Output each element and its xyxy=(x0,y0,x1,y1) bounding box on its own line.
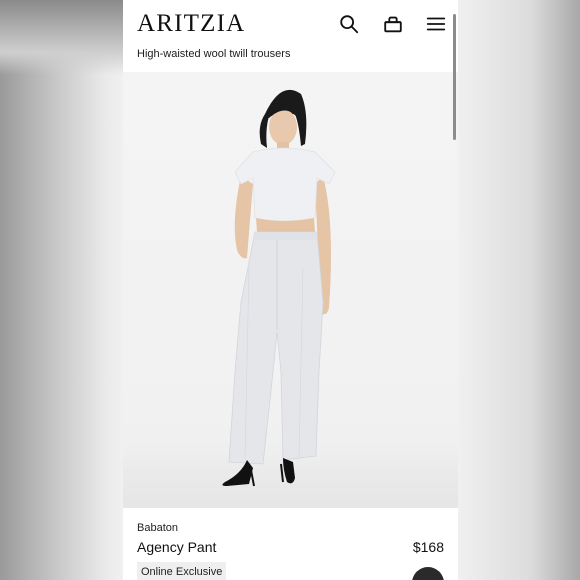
scrollbar[interactable] xyxy=(453,14,456,140)
shopping-bag-icon xyxy=(384,16,402,33)
hamburger-menu-icon xyxy=(426,17,446,31)
menu-button[interactable] xyxy=(424,12,448,36)
product-image[interactable] xyxy=(123,72,458,508)
backdrop-shade-right xyxy=(457,0,580,580)
product-subtitle: High-waisted wool twill trousers xyxy=(137,48,291,60)
product-info: Babaton Agency Pant $168 Online Exclusiv… xyxy=(123,508,458,580)
phone-screen: ARITZIA High-waisted wool twill trousers xyxy=(123,0,458,580)
shopping-bag-button[interactable] xyxy=(381,12,405,36)
search-button[interactable] xyxy=(337,12,361,36)
product-name: Agency Pant xyxy=(137,539,217,555)
model-photo xyxy=(222,89,336,487)
top-header: ARITZIA High-waisted wool twill trousers xyxy=(123,0,458,72)
search-icon xyxy=(340,15,359,34)
product-brand[interactable]: Babaton xyxy=(137,522,178,534)
brand-logo[interactable]: ARITZIA xyxy=(137,10,245,38)
product-price: $168 xyxy=(412,539,444,555)
online-exclusive-badge: Online Exclusive xyxy=(137,562,227,580)
